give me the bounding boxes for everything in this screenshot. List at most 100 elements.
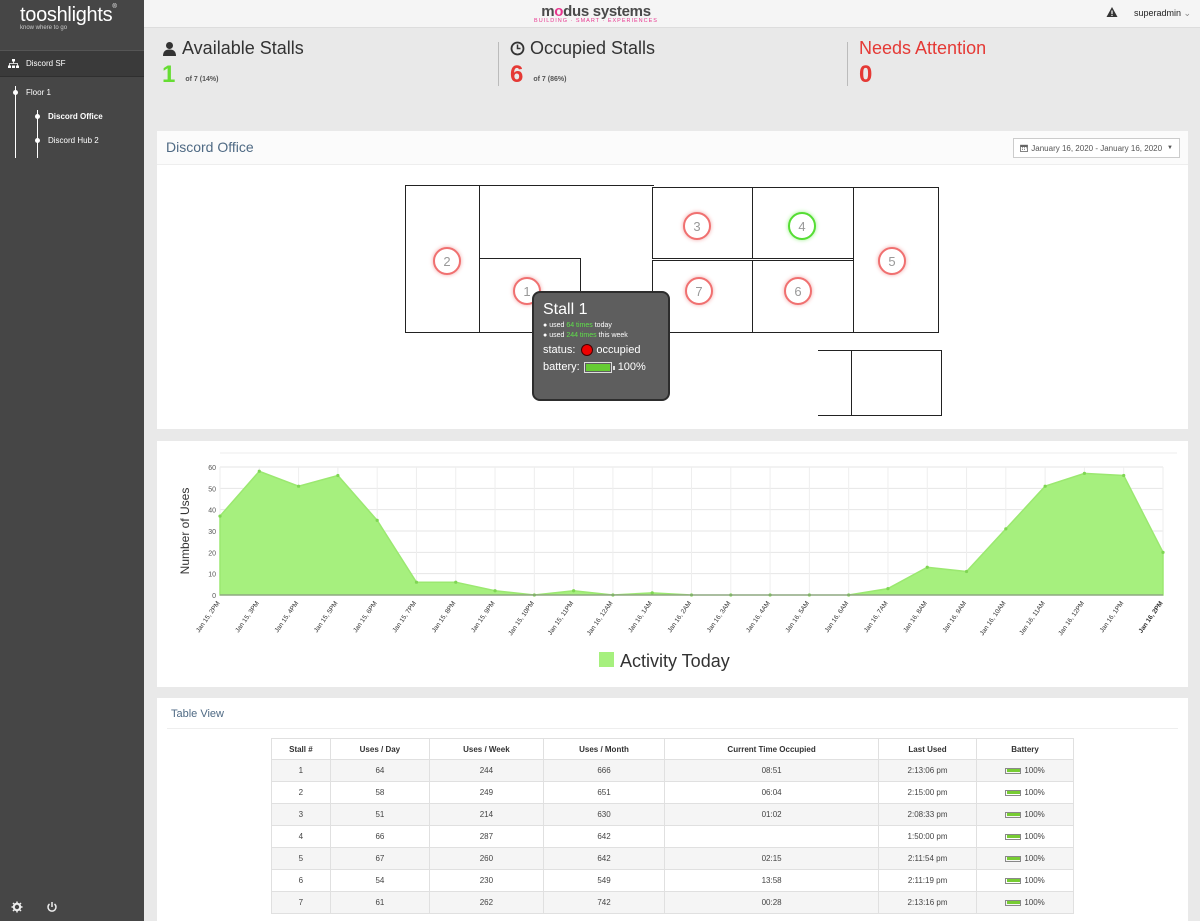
tree-item-label: Discord Office	[48, 112, 103, 121]
column-header[interactable]: Uses / Week	[429, 738, 544, 760]
table-cell: 61	[329, 891, 431, 914]
tree-item-floor-1[interactable]: Floor 1	[13, 88, 51, 97]
power-icon[interactable]	[46, 901, 58, 913]
panel-title: Discord Office	[166, 139, 254, 155]
table-cell: 64	[329, 759, 431, 782]
stat-title: Occupied Stalls	[510, 38, 655, 59]
stall-marker-5[interactable]: 5	[878, 247, 906, 275]
table-cell: 100%	[976, 825, 1074, 848]
tree-item-label: Floor 1	[26, 88, 51, 97]
stall-marker-2[interactable]: 2	[433, 247, 461, 275]
data-point	[257, 469, 261, 473]
column-header[interactable]: Current Time Occupied	[664, 738, 879, 760]
date-range-text: January 16, 2020 - January 16, 2020	[1031, 143, 1163, 153]
x-tick-label: Jan 15, 2PM	[195, 600, 222, 634]
calendar-icon	[1020, 144, 1029, 152]
tooltip-title: Stall 1	[543, 301, 588, 318]
table-cell: 2:11:19 pm	[877, 869, 978, 892]
tree-item-discord-hub-2[interactable]: Discord Hub 2	[35, 136, 99, 145]
stall-marker-7[interactable]: 7	[685, 277, 713, 305]
data-point	[336, 473, 340, 478]
battery-icon	[1005, 811, 1022, 818]
tree-node-dot	[13, 90, 18, 95]
tree-item-label: Discord Hub 2	[48, 136, 99, 145]
activity-chart: 0 10 20 30 40 50 60 Jan 15, 2PM Jan 15, 3PM Jan 1…	[178, 452, 1177, 671]
battery-value: 100%	[1024, 766, 1045, 775]
stall-marker-4[interactable]: 4	[788, 212, 816, 240]
table-cell: 58	[329, 781, 431, 804]
data-point	[650, 591, 654, 595]
y-tick-label: 50	[208, 486, 216, 493]
battery-icon	[1005, 767, 1022, 774]
table-cell: 1	[271, 759, 331, 782]
data-point	[375, 518, 379, 522]
y-tick-label: 30	[208, 529, 216, 536]
data-point	[925, 565, 929, 569]
battery-value: 100%	[1024, 854, 1045, 863]
table-cell: 54	[329, 869, 431, 892]
x-tick-label: Jan 16, 11AM	[1018, 600, 1046, 636]
date-range-picker[interactable]: January 16, 2020 - January 16, 2020 ▼	[1013, 138, 1180, 158]
stat-detail: of 7 (86%)	[533, 76, 567, 83]
battery-value: 100%	[1024, 898, 1045, 907]
tree-item-discord-office[interactable]: Discord Office	[35, 112, 103, 121]
stat-detail: of 7 (14%)	[185, 76, 219, 83]
table-cell: 2:08:33 pm	[877, 803, 978, 826]
activity-chart-panel: 0 10 20 30 40 50 60 Jan 15, 2PM Jan 15, 3PM Jan 1…	[157, 441, 1188, 687]
x-tick-label: Jan 16, 8AM	[902, 600, 929, 634]
sidebar-item-discord-sf[interactable]: Discord SF	[0, 50, 144, 77]
table-row[interactable]: 2 58 249 651 06:04 2:15:00 pm 100%	[271, 781, 1074, 804]
column-header[interactable]: Uses / Month	[542, 738, 666, 760]
battery-icon	[583, 361, 615, 373]
battery-value: 100%	[1024, 876, 1045, 885]
x-tick-label: Jan 15, 11PM	[547, 600, 575, 636]
battery-value: 100%	[1024, 810, 1045, 819]
column-header[interactable]: Stall #	[271, 738, 331, 760]
table-row[interactable]: 4 66 287 642 1:50:00 pm 100%	[271, 825, 1074, 848]
gear-icon[interactable]	[11, 901, 23, 913]
column-header[interactable]: Battery	[976, 738, 1074, 760]
user-icon	[163, 42, 176, 56]
modus-logo: modus systems BUILDING · SMART · EXPERIE…	[526, 3, 666, 24]
x-tick-label: Jan 16, 9AM	[942, 600, 969, 634]
table-row[interactable]: 1 64 244 666 08:51 2:13:06 pm 100%	[271, 759, 1074, 782]
x-tick-label: Jan 15, 3PM	[234, 600, 261, 634]
table-cell: 100%	[976, 781, 1074, 804]
sitemap-icon	[8, 59, 19, 68]
brand-logo[interactable]: tooshlights® know where to go	[0, 0, 144, 48]
data-point	[964, 569, 969, 574]
column-header[interactable]: Uses / Day	[329, 738, 431, 760]
x-tick-label: Jan 15, 4PM	[274, 600, 301, 634]
x-tick-label: Jan 16, 5AM	[784, 600, 811, 634]
stall-marker-6[interactable]: 6	[784, 277, 812, 305]
table-cell: 08:51	[664, 759, 879, 782]
table-row[interactable]: 5 67 260 642 02:15 2:11:54 pm 100%	[271, 847, 1074, 870]
x-tick-label: Jan 15, 5PM	[313, 600, 340, 634]
caret-down-icon: ▼	[1167, 145, 1173, 151]
tooltip-status-label: status:	[543, 344, 576, 356]
stall-marker-3[interactable]: 3	[683, 212, 711, 240]
x-tick-label: Jan 15, 9PM	[470, 600, 497, 634]
y-tick-label: 0	[212, 593, 216, 600]
table-cell: 249	[429, 781, 544, 804]
table-cell: 549	[542, 869, 666, 892]
tooltip-uses-week: ● used 244 times this week	[543, 332, 628, 339]
stat-available: Available Stalls 1 of 7 (14%)	[162, 38, 304, 87]
sidebar-item-label: Discord SF	[26, 59, 66, 68]
data-point	[454, 580, 458, 584]
table-row[interactable]: 3 51 214 630 01:02 2:08:33 pm 100%	[271, 803, 1074, 826]
sidebar: tooshlights® know where to go Discord SF…	[0, 0, 144, 921]
column-header[interactable]: Last Used	[877, 738, 978, 760]
battery-value: 100%	[1024, 788, 1045, 797]
table-cell: 2:11:54 pm	[877, 847, 978, 870]
data-point	[1043, 484, 1047, 488]
table-row[interactable]: 7 61 262 742 00:28 2:13:16 pm 100%	[271, 891, 1074, 914]
table-cell: 100%	[976, 803, 1074, 826]
stat-value: 0	[859, 61, 873, 88]
tooltip-battery-label: battery:	[543, 361, 580, 373]
warning-icon[interactable]	[1106, 6, 1118, 18]
user-menu[interactable]: superadmin ⌄	[1134, 8, 1191, 19]
sidebar-footer	[0, 901, 144, 917]
x-tick-label: Jan 15, 10PM	[507, 600, 536, 637]
table-row[interactable]: 6 54 230 549 13:58 2:11:19 pm 100%	[271, 869, 1074, 892]
